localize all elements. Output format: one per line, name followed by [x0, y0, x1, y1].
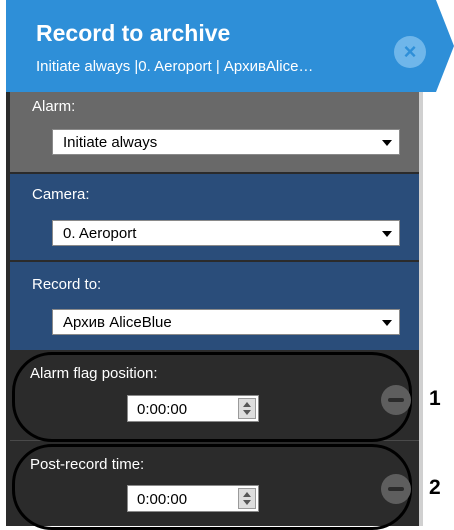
scrollbar[interactable] — [419, 92, 423, 526]
close-button[interactable]: × — [394, 36, 426, 68]
minus-icon — [388, 398, 404, 402]
spin-buttons[interactable] — [238, 488, 256, 509]
chevron-down-icon — [382, 320, 392, 326]
remove-alarm-flag-position-button[interactable] — [381, 385, 411, 415]
record-to-select[interactable]: Архив AliceBlue — [52, 309, 400, 335]
alarm-select-value: Initiate always — [63, 134, 158, 151]
minus-icon — [388, 487, 404, 491]
close-icon: × — [403, 39, 417, 64]
alarm-flag-position-value: 0:00:00 — [137, 401, 188, 418]
spin-up-icon — [243, 492, 251, 497]
panel-header: Record to archive Initiate always |0. Ae… — [6, 0, 436, 92]
camera-select-value: 0. Aeroport — [63, 225, 137, 242]
alarm-section: Alarm: Initiate always — [10, 92, 419, 172]
alarm-label: Alarm: — [32, 98, 76, 115]
panel-subtitle: Initiate always |0. Aeroport | АрхивAlic… — [36, 58, 314, 75]
record-to-select-value: Архив AliceBlue — [63, 314, 172, 331]
callout-number-2: 2 — [429, 476, 441, 499]
camera-select[interactable]: 0. Aeroport — [52, 220, 400, 246]
record-to-label: Record to: — [32, 276, 102, 293]
spin-down-icon — [243, 500, 251, 505]
header-arrow — [436, 0, 454, 92]
camera-section: Camera: 0. Aeroport — [10, 174, 419, 260]
post-record-time-value: 0:00:00 — [137, 491, 188, 508]
post-record-time-label: Post-record time: — [30, 456, 145, 473]
record-to-section: Record to: Архив AliceBlue — [10, 262, 419, 350]
spin-down-icon — [243, 410, 251, 415]
post-record-time-stepper[interactable]: 0:00:00 — [127, 485, 259, 512]
camera-label: Camera: — [32, 186, 90, 203]
chevron-down-icon — [382, 231, 392, 237]
remove-post-record-time-button[interactable] — [381, 474, 411, 504]
spin-up-icon — [243, 402, 251, 407]
alarm-flag-position-stepper[interactable]: 0:00:00 — [127, 395, 259, 422]
callout-number-1: 1 — [429, 387, 441, 410]
chevron-down-icon — [382, 140, 392, 146]
alarm-flag-position-label: Alarm flag position: — [30, 365, 158, 382]
panel-title: Record to archive — [36, 20, 231, 46]
spin-buttons[interactable] — [238, 398, 256, 419]
alarm-select[interactable]: Initiate always — [52, 129, 400, 155]
